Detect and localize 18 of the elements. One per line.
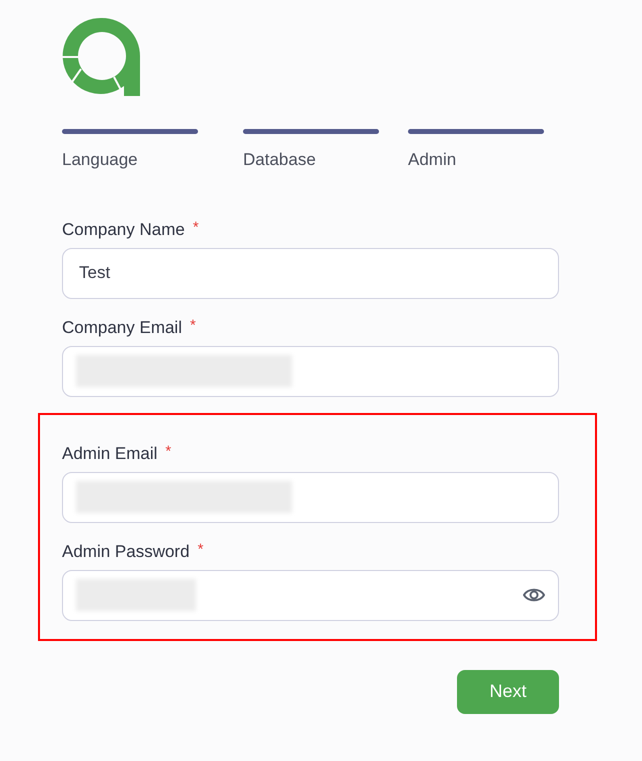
input-field[interactable] <box>62 472 559 522</box>
input-field[interactable] <box>62 346 559 396</box>
field-label: Admin Email <box>62 442 158 464</box>
eye-icon[interactable] <box>523 587 545 603</box>
logo-icon <box>62 16 142 96</box>
required-mark: * <box>165 442 172 462</box>
input-field[interactable]: Test <box>62 248 559 298</box>
password-field[interactable] <box>62 570 559 620</box>
field-label: Company Email <box>62 316 182 338</box>
step-label: Database <box>243 149 316 171</box>
field-label: Company Name <box>62 218 185 240</box>
required-mark: * <box>198 540 204 560</box>
field-label: Admin Password <box>62 540 190 562</box>
step-label: Language <box>62 149 138 171</box>
required-mark: * <box>192 218 199 238</box>
step-label: Admin <box>408 149 456 171</box>
field-value: Test <box>78 262 110 284</box>
required-mark: * <box>190 316 196 336</box>
